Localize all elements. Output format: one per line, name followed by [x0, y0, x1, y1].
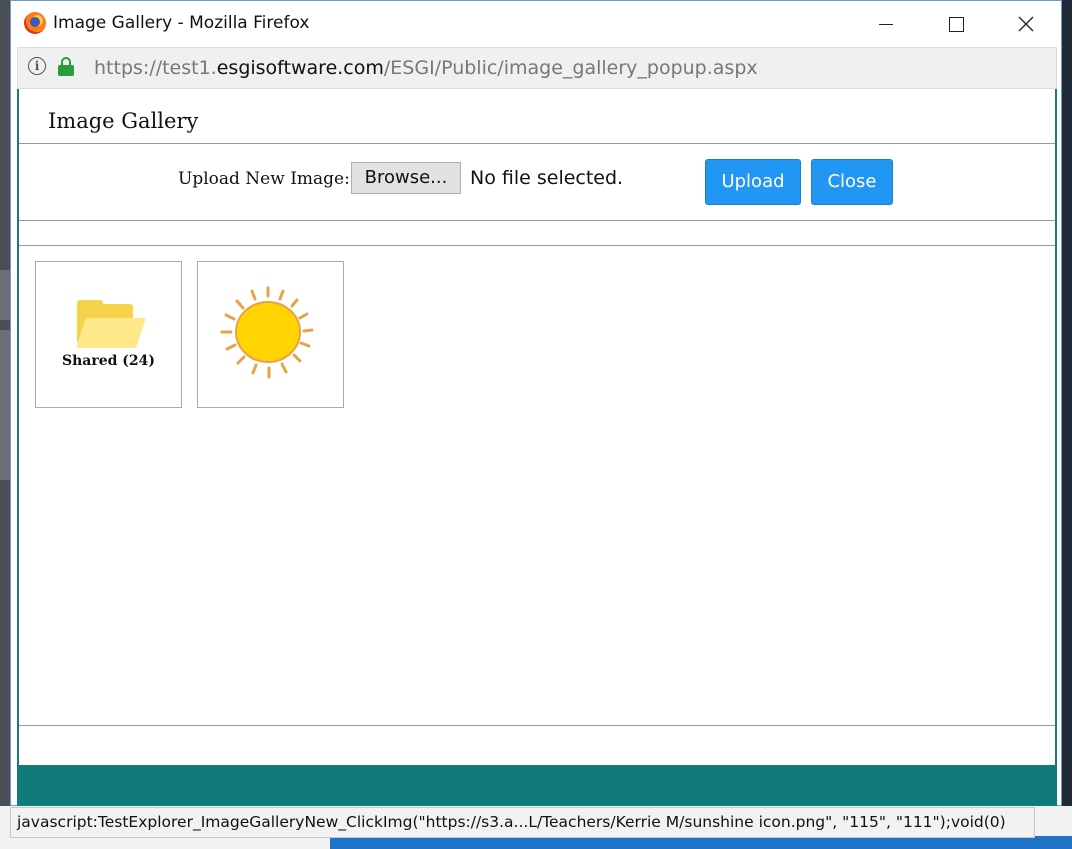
- gallery-item-shared-folder[interactable]: Shared (24): [35, 261, 182, 408]
- info-icon[interactable]: i: [28, 57, 46, 75]
- page-title: Image Gallery: [48, 109, 199, 133]
- spacer-row: [19, 221, 1055, 246]
- file-status-text: No file selected.: [470, 167, 624, 189]
- gallery-header: Image Gallery: [19, 89, 1055, 144]
- maximize-button[interactable]: [921, 1, 991, 47]
- window-title: Image Gallery - Mozilla Firefox: [53, 13, 310, 33]
- title-bar[interactable]: Image Gallery - Mozilla Firefox: [11, 1, 1061, 47]
- close-window-button[interactable]: [991, 1, 1061, 47]
- url-prefix: https://test1.: [94, 57, 217, 79]
- url-path: /ESGI/Public/image_gallery_popup.aspx: [383, 57, 758, 79]
- firefox-logo-icon: [24, 12, 46, 34]
- gallery-footer: [19, 726, 1055, 765]
- url-host: esgisoftware.com: [216, 57, 384, 79]
- upload-button[interactable]: Upload: [705, 159, 801, 205]
- folder-icon: [76, 300, 146, 348]
- address-bar[interactable]: i https://test1.esgisoftware.com/ESGI/Pu…: [17, 47, 1057, 89]
- maximize-icon: [948, 16, 964, 32]
- firefox-popup-window: Image Gallery - Mozilla Firefox i https:…: [10, 0, 1062, 806]
- popup-bottom-frame: [17, 765, 1057, 806]
- image-gallery-panel: Image Gallery Upload New Image: Browse..…: [17, 89, 1057, 765]
- url-text[interactable]: https://test1.esgisoftware.com/ESGI/Publ…: [94, 57, 758, 79]
- close-icon: [1018, 16, 1034, 32]
- browse-button[interactable]: Browse...: [351, 162, 461, 194]
- gallery-item-sunshine-image[interactable]: [197, 261, 344, 408]
- status-bar-link-preview: javascript:TestExplorer_ImageGalleryNew_…: [10, 807, 1035, 838]
- minimize-icon: [879, 23, 893, 25]
- gallery-grid: Shared (24): [19, 246, 1055, 726]
- close-button[interactable]: Close: [811, 159, 893, 205]
- lock-icon[interactable]: [58, 57, 74, 77]
- upload-label: Upload New Image:: [178, 169, 350, 189]
- sun-icon: [220, 286, 314, 379]
- folder-label: Shared (24): [61, 353, 156, 369]
- upload-row: Upload New Image: Browse... No file sele…: [19, 144, 1055, 221]
- minimize-button[interactable]: [851, 1, 921, 47]
